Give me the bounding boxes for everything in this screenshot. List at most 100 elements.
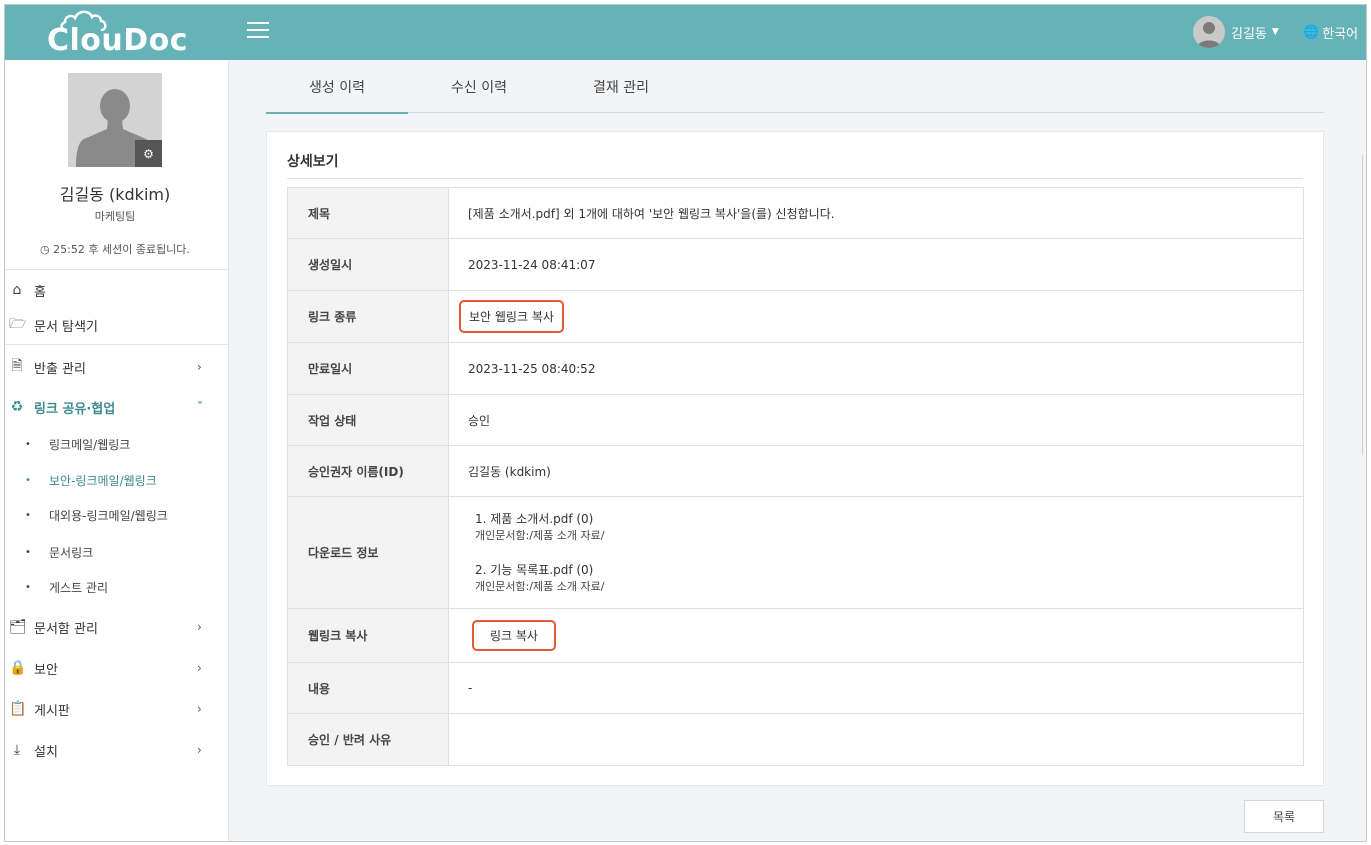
history-tabs: 생성 이력 수신 이력 결재 관리 bbox=[266, 61, 1324, 114]
chevron-right-icon: › bbox=[197, 661, 202, 675]
session-timer: ◷ 25:52 후 세션이 종료됩니다. bbox=[5, 241, 225, 257]
value-weblink-copy-cell: 링크 복사 bbox=[448, 608, 1304, 663]
value-created: 2023-11-24 08:41:07 bbox=[448, 238, 1304, 291]
logo-text: ClouDoc bbox=[47, 23, 189, 58]
bullet-icon: • bbox=[25, 474, 31, 486]
sidebar: ⚙ 김길동 (kdkim) 마케팅팀 ◷ 25:52 후 세션이 종료됩니다. … bbox=[5, 60, 229, 841]
lock-icon: 🔒 bbox=[9, 660, 27, 676]
user-avatar bbox=[1193, 16, 1225, 48]
tab-approval-management[interactable]: 결재 관리 bbox=[550, 61, 692, 113]
sidebar-subitem-document-link[interactable]: • 문서링크 bbox=[5, 539, 228, 565]
app-window: ClouDoc 김길동 ▼ 🌐 한국어 ⚙ 김길동 (kdkim) 마케팅팀 ◷… bbox=[4, 4, 1367, 842]
sidebar-item-label: 문서 탐색기 bbox=[34, 319, 98, 335]
row-content: 내용 - bbox=[287, 662, 1304, 714]
globe-icon: 🌐 bbox=[1303, 25, 1320, 40]
chevron-right-icon: › bbox=[197, 743, 202, 757]
row-link-type: 링크 종류 보안 웹링크 복사 bbox=[287, 290, 1304, 343]
hamburger-menu-icon[interactable] bbox=[247, 22, 269, 40]
value-reason bbox=[448, 713, 1304, 766]
sidebar-item-label: 링크 공유·협업 bbox=[34, 401, 116, 417]
sidebar-subitem-label: 대외용-링크메일/웹링크 bbox=[49, 508, 168, 523]
tab-created-history[interactable]: 생성 이력 bbox=[266, 61, 408, 114]
label-status: 작업 상태 bbox=[287, 394, 449, 446]
caret-down-icon: ▼ bbox=[1271, 27, 1279, 37]
bullet-icon: • bbox=[25, 438, 31, 450]
sidebar-divider bbox=[5, 269, 228, 270]
folder-search-icon: 🗁 bbox=[9, 316, 27, 332]
value-expiry: 2023-11-25 08:40:52 bbox=[448, 342, 1304, 395]
bullet-icon: • bbox=[25, 509, 31, 521]
label-created: 생성일시 bbox=[287, 238, 449, 291]
session-text: 25:52 후 세션이 종료됩니다. bbox=[53, 243, 190, 256]
label-title: 제목 bbox=[287, 187, 449, 239]
profile-team: 마케팅팀 bbox=[94, 210, 136, 223]
profile-photo: ⚙ bbox=[68, 73, 162, 167]
sidebar-item-document-explorer[interactable]: 🗁 문서 탐색기 bbox=[5, 310, 228, 340]
folder-settings-icon: 🗂 bbox=[9, 619, 27, 635]
row-status: 작업 상태 승인 bbox=[287, 394, 1304, 446]
label-link-type: 링크 종류 bbox=[287, 290, 449, 343]
download-file-path: 개인문서함:/제품 소개 자료/ bbox=[475, 579, 605, 593]
sidebar-subitem-guest-management[interactable]: • 게스트 관리 bbox=[5, 574, 228, 600]
sidebar-item-home[interactable]: ⌂ 홈 bbox=[5, 275, 228, 305]
sidebar-item-security[interactable]: 🔒 보안 › bbox=[5, 653, 228, 683]
sidebar-item-label: 설치 bbox=[34, 744, 58, 760]
tab-received-history[interactable]: 수신 이력 bbox=[408, 61, 550, 113]
sidebar-subitem-label: 문서링크 bbox=[49, 545, 94, 560]
chevron-right-icon: › bbox=[197, 620, 202, 634]
value-title: [제품 소개서.pdf] 외 1개에 대하여 '보안 웹링크 복사'을(를) 신… bbox=[448, 187, 1304, 239]
user-menu[interactable]: 김길동 ▼ bbox=[1193, 15, 1279, 49]
detail-table: 제목 [제품 소개서.pdf] 외 1개에 대하여 '보안 웹링크 복사'을(를… bbox=[287, 187, 1304, 766]
row-title: 제목 [제품 소개서.pdf] 외 1개에 대하여 '보안 웹링크 복사'을(를… bbox=[287, 187, 1304, 239]
user-name: 김길동 bbox=[1231, 26, 1267, 42]
sidebar-subitem-label: 보안-링크메일/웹링크 bbox=[49, 473, 157, 488]
sidebar-item-install[interactable]: ⤓ 설치 › bbox=[5, 735, 228, 765]
value-link-type: 보안 웹링크 복사 bbox=[459, 300, 564, 333]
download-file-name: 2. 기능 목록표.pdf (0) bbox=[475, 562, 594, 577]
bullet-icon: • bbox=[25, 581, 31, 593]
sidebar-subitem-linkmail-weblink[interactable]: • 링크메일/웹링크 bbox=[5, 431, 228, 457]
sidebar-item-label: 게시판 bbox=[34, 703, 70, 719]
link-share-icon: ♻ bbox=[10, 399, 24, 415]
download-file-path: 개인문서함:/제품 소개 자료/ bbox=[475, 528, 605, 542]
profile-name: 김길동 (kdkim) bbox=[59, 185, 171, 204]
value-status: 승인 bbox=[448, 394, 1304, 446]
list-button[interactable]: 목록 bbox=[1244, 800, 1324, 833]
download-file-name: 1. 제품 소개서.pdf (0) bbox=[475, 511, 594, 526]
sidebar-subitem-secure-linkmail-weblink[interactable]: • 보안-링크메일/웹링크 bbox=[5, 467, 228, 493]
sidebar-item-export-management[interactable]: 🗎 반출 관리 › bbox=[5, 352, 228, 382]
scrollbar[interactable] bbox=[1362, 155, 1366, 455]
bullet-icon: • bbox=[25, 546, 31, 558]
row-reason: 승인 / 반려 사유 bbox=[287, 713, 1304, 766]
row-weblink-copy: 웹링크 복사 링크 복사 bbox=[287, 608, 1304, 663]
value-approver: 김길동 (kdkim) bbox=[448, 445, 1304, 497]
sidebar-item-link-sharing[interactable]: ♻ 링크 공유·협업 ˇ bbox=[5, 392, 228, 422]
language-label: 한국어 bbox=[1322, 27, 1359, 42]
value-content: - bbox=[448, 662, 1304, 714]
copy-link-button[interactable]: 링크 복사 bbox=[472, 620, 556, 651]
label-expiry: 만료일시 bbox=[287, 342, 449, 395]
label-reason: 승인 / 반려 사유 bbox=[287, 713, 449, 766]
row-download-info: 다운로드 정보 1. 제품 소개서.pdf (0) 개인문서함:/제품 소개 자… bbox=[287, 496, 1304, 609]
detail-panel: 상세보기 제목 [제품 소개서.pdf] 외 1개에 대하여 '보안 웹링크 복… bbox=[266, 131, 1324, 786]
sidebar-subitem-external-linkmail-weblink[interactable]: • 대외용-링크메일/웹링크 bbox=[5, 502, 228, 528]
language-selector[interactable]: 🌐 한국어 bbox=[1303, 23, 1358, 42]
label-weblink-copy: 웹링크 복사 bbox=[287, 608, 449, 663]
sidebar-item-document-box-management[interactable]: 🗂 문서함 관리 › bbox=[5, 612, 228, 642]
panel-divider bbox=[287, 178, 1303, 179]
cloudoc-logo[interactable]: ClouDoc bbox=[47, 9, 189, 58]
label-download-info: 다운로드 정보 bbox=[287, 496, 449, 609]
row-created: 생성일시 2023-11-24 08:41:07 bbox=[287, 238, 1304, 291]
export-document-icon: 🗎 bbox=[11, 358, 23, 374]
sidebar-divider bbox=[5, 344, 228, 345]
home-icon: ⌂ bbox=[12, 282, 22, 298]
value-download-info: 1. 제품 소개서.pdf (0) 개인문서함:/제품 소개 자료/ 2. 기능… bbox=[448, 496, 1304, 609]
download-tray-icon: ⤓ bbox=[13, 742, 21, 758]
label-approver: 승인권자 이름(ID) bbox=[287, 445, 449, 497]
chevron-right-icon: › bbox=[197, 360, 202, 374]
board-icon: 📋 bbox=[9, 701, 27, 717]
sidebar-item-board[interactable]: 📋 게시판 › bbox=[5, 694, 228, 724]
sidebar-item-label: 홈 bbox=[34, 284, 46, 300]
photo-settings-gear-icon[interactable]: ⚙ bbox=[135, 140, 162, 167]
value-link-type-cell: 보안 웹링크 복사 bbox=[448, 290, 1304, 343]
